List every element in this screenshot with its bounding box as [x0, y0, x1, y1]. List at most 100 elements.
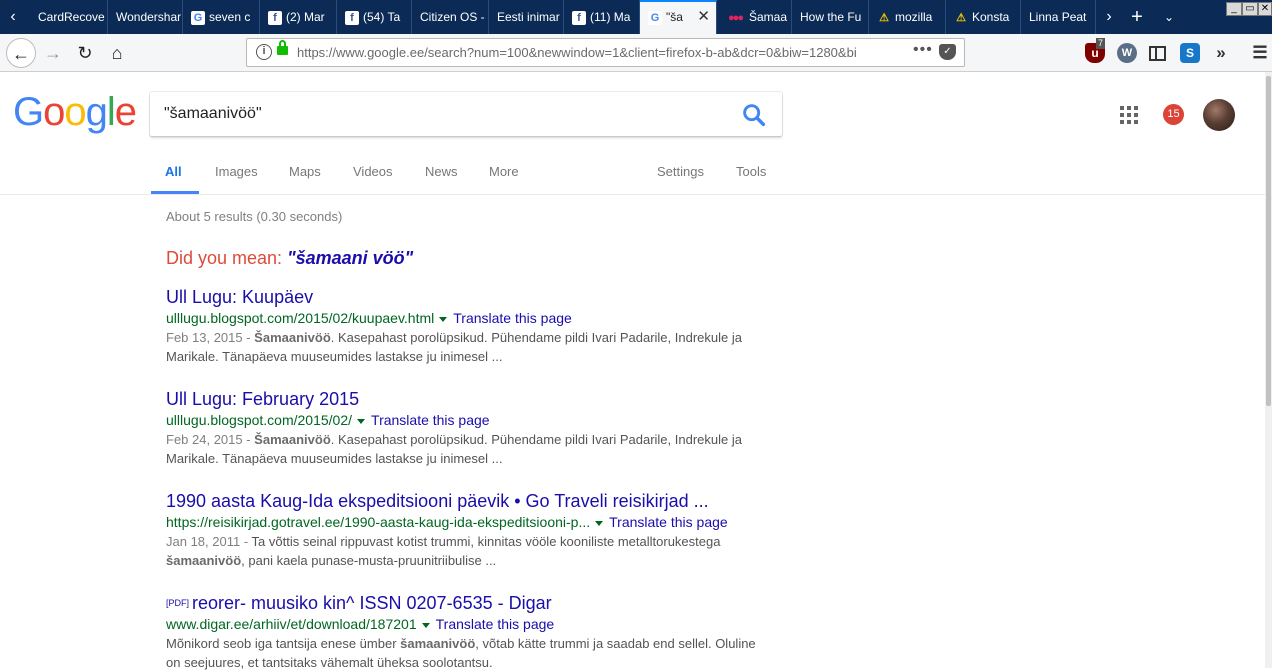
close-window-button[interactable]: ✕ — [1258, 2, 1272, 16]
search-icon[interactable] — [740, 101, 768, 129]
tab-label: Wondershar — [116, 10, 182, 24]
s-extension-icon[interactable]: S — [1180, 43, 1200, 63]
facebook-favicon-icon: f — [268, 10, 282, 25]
maximize-button[interactable]: ▭ — [1242, 2, 1258, 16]
navigation-toolbar: ← → ↻ ⌂ i https://www.google.ee/search?n… — [0, 34, 1272, 72]
forward-button[interactable]: → — [38, 38, 68, 68]
lock-icon[interactable] — [277, 40, 288, 55]
new-tab-button[interactable]: + — [1124, 0, 1150, 34]
result-date: Feb 24, 2015 - — [166, 432, 255, 447]
translate-link[interactable]: Translate this page — [609, 514, 728, 530]
tab-citizen-os[interactable]: Citizen OS - — [412, 0, 489, 34]
overflow-menu-icon[interactable]: » — [1211, 43, 1231, 63]
url-dropdown-arrow-icon[interactable] — [439, 316, 448, 322]
tab-label: mozilla — [895, 10, 933, 24]
scrollbar-thumb[interactable] — [1266, 76, 1271, 406]
active-tab-indicator — [151, 191, 199, 194]
tab-label: seven c — [209, 10, 251, 24]
did-you-mean-suggestion-link[interactable]: "šamaani vöö" — [287, 248, 413, 268]
tab-scroll-left-icon[interactable]: ‹ — [0, 0, 26, 34]
tab-google-active[interactable]: G "ša ✕ — [640, 0, 717, 34]
result-snippet: Feb 13, 2015 - Šamaanivöö. Kasepahast po… — [166, 328, 756, 366]
tab-maps[interactable]: Maps — [289, 164, 321, 179]
url-dropdown-arrow-icon[interactable] — [421, 622, 430, 628]
apps-grid-icon[interactable] — [1120, 106, 1138, 124]
home-button[interactable]: ⌂ — [102, 38, 132, 68]
tab-label: (11) Ma — [590, 10, 631, 24]
result-title-link[interactable]: 1990 aasta Kaug-Ida ekspeditsiooni päevi… — [166, 490, 766, 512]
search-tabs-bar: All Images Maps Videos News More Setting… — [0, 150, 1265, 195]
tab-samaa[interactable]: ●●● Šamaa — [717, 0, 792, 34]
translate-link[interactable]: Translate this page — [371, 412, 490, 428]
tab-how-the-fu[interactable]: How the Fu — [792, 0, 869, 34]
ublock-count-badge: 7 — [1096, 38, 1106, 49]
google-favicon-icon: G — [191, 10, 205, 25]
tab-cardrecovery[interactable]: CardRecove — [30, 0, 108, 34]
tab-eesti-inimarengu[interactable]: Eesti inimar — [489, 0, 564, 34]
facebook-favicon-icon: f — [345, 10, 359, 25]
url-text[interactable]: https://www.google.ee/search?num=100&new… — [297, 45, 877, 60]
search-box[interactable] — [150, 92, 782, 136]
result-snippet: Feb 24, 2015 - Šamaanivöö. Kasepahast po… — [166, 430, 756, 468]
tab-settings[interactable]: Settings — [657, 164, 704, 179]
hamburger-menu-icon[interactable]: ☰ — [1250, 43, 1270, 63]
tab-label: (2) Mar — [286, 10, 325, 24]
info-icon[interactable]: i — [256, 44, 272, 60]
tab-all[interactable]: All — [165, 164, 182, 179]
logo-letter: l — [106, 90, 116, 134]
search-input[interactable] — [164, 103, 724, 125]
tab-label: CardRecove — [38, 10, 105, 24]
tab-label: (54) Ta — [363, 10, 401, 24]
reload-button[interactable]: ↻ — [70, 38, 100, 68]
did-you-mean: Did you mean: "šamaani vöö" — [166, 248, 413, 269]
tab-images[interactable]: Images — [215, 164, 258, 179]
w-extension-icon[interactable]: W — [1117, 43, 1137, 63]
tab-more[interactable]: More — [489, 164, 519, 179]
tab-label: Konsta — [972, 10, 1010, 24]
result-date: Feb 13, 2015 - — [166, 330, 255, 345]
tab-wondershare[interactable]: Wondershar — [108, 0, 183, 34]
tab-label: How the Fu — [800, 10, 862, 24]
result-url: ulllugu.blogspot.com/2015/02/ — [166, 412, 353, 428]
tab-videos[interactable]: Videos — [353, 164, 393, 179]
snippet-text: , pani kaela punase-musta-pruunitriibuli… — [241, 553, 497, 568]
translate-link[interactable]: Translate this page — [453, 310, 572, 326]
tab-news[interactable]: News — [425, 164, 458, 179]
page-actions-icon[interactable]: ••• — [913, 41, 933, 59]
result-title-link[interactable]: Ull Lugu: February 2015 — [166, 388, 766, 410]
close-window-label: ✕ — [1260, 3, 1270, 14]
tab-google-seven[interactable]: Gseven c — [183, 0, 260, 34]
result-url-line: www.digar.ee/arhiiv/et/download/187201 Tr… — [166, 614, 766, 634]
search-result: Ull Lugu: February 2015 ulllugu.blogspot… — [166, 388, 766, 468]
tab-facebook-ta[interactable]: f (54) Ta — [337, 0, 412, 34]
list-all-tabs-icon[interactable]: ⌄ — [1156, 0, 1182, 34]
back-button[interactable]: ← — [6, 38, 36, 68]
result-title-link[interactable]: [PDF] reorer- muusiko kin^ ISSN 0207-6535… — [166, 592, 766, 614]
minimize-button[interactable]: _ — [1226, 2, 1242, 16]
url-dropdown-arrow-icon[interactable] — [595, 520, 604, 526]
tab-linna-peat[interactable]: Linna Peat — [1021, 0, 1096, 34]
tab-facebook-mar[interactable]: f (2) Mar — [260, 0, 337, 34]
google-logo[interactable]: Google — [13, 90, 137, 135]
notifications-badge[interactable]: 15 — [1163, 104, 1184, 125]
maximize-label: ▭ — [1245, 3, 1255, 14]
tab-facebook-ma[interactable]: f (11) Ma — [564, 0, 640, 34]
tab-mozilla[interactable]: ⚠ mozilla — [869, 0, 946, 34]
avatar[interactable] — [1203, 99, 1235, 131]
close-tab-icon[interactable]: ✕ — [697, 2, 710, 32]
translate-link[interactable]: Translate this page — [436, 616, 555, 632]
tab-konsta[interactable]: ⚠ Konsta — [946, 0, 1021, 34]
pocket-icon[interactable]: ✓ — [939, 44, 956, 60]
snippet-highlight: šamaanivöö — [166, 553, 242, 568]
result-url: ulllugu.blogspot.com/2015/02/kuupaev.htm… — [166, 310, 435, 326]
url-bar[interactable]: i https://www.google.ee/search?num=100&n… — [246, 38, 965, 67]
result-title-link[interactable]: Ull Lugu: Kuupäev — [166, 286, 766, 308]
logo-letter: e — [114, 90, 137, 134]
logo-letter: G — [13, 90, 44, 134]
url-dropdown-arrow-icon[interactable] — [357, 418, 366, 424]
did-you-mean-label: Did you mean: — [166, 248, 283, 268]
sidebar-icon[interactable] — [1149, 46, 1166, 61]
result-url-line: https://reisikirjad.gotravel.ee/1990-aas… — [166, 512, 766, 532]
tab-tools[interactable]: Tools — [736, 164, 766, 179]
tab-scroll-right-icon[interactable]: › — [1096, 0, 1122, 34]
